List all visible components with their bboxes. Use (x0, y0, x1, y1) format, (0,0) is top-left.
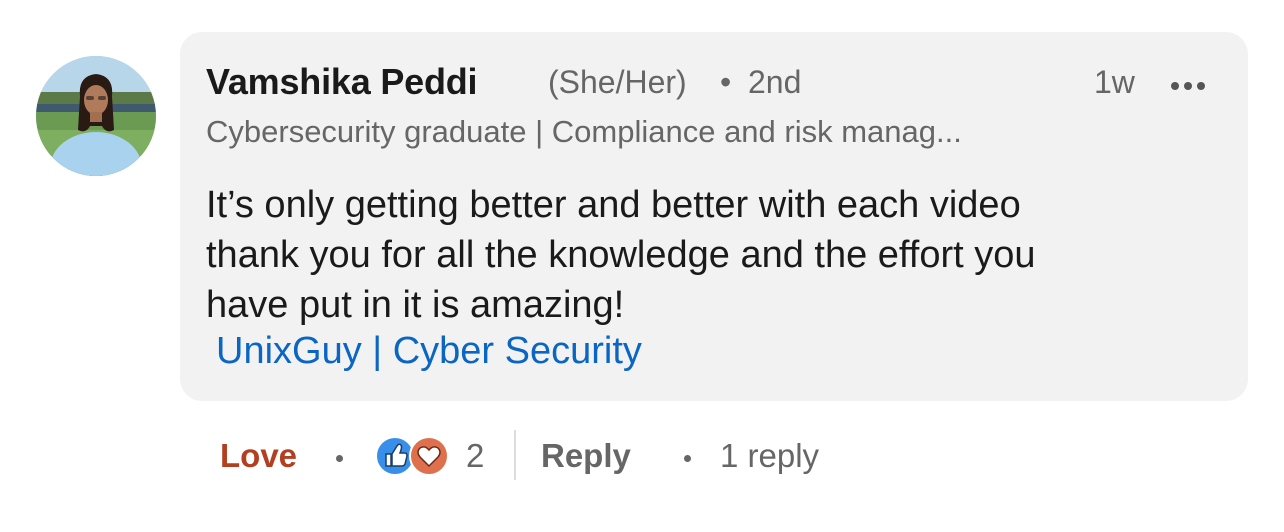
separator-dot: • (720, 64, 732, 100)
reaction-count[interactable]: 2 (466, 437, 484, 475)
reaction-summary[interactable] (374, 434, 454, 478)
view-replies-link[interactable]: 1 reply (720, 437, 819, 475)
author-pronouns: (She/Her) (548, 64, 687, 100)
love-reaction-button[interactable]: Love (220, 437, 297, 475)
ellipsis-icon (1184, 82, 1192, 90)
mention-link[interactable]: UnixGuy | Cyber Security (216, 330, 642, 373)
like-icon (375, 436, 415, 476)
avatar[interactable] (36, 56, 156, 176)
comment-body-line: have put in it is amazing! (206, 284, 625, 326)
comment-body-line: It’s only getting better and better with… (206, 184, 1021, 226)
separator-dot (336, 455, 343, 462)
comment-timestamp: 1w (1094, 64, 1135, 100)
ellipsis-icon (1171, 82, 1179, 90)
reply-button[interactable]: Reply (541, 437, 631, 475)
love-icon (409, 436, 449, 476)
profile-photo (36, 56, 156, 176)
author-headline: Cybersecurity graduate | Compliance and … (206, 114, 962, 149)
comment-bubble: Vamshika Peddi (She/Her) • 2nd 1w Cybers… (180, 32, 1248, 401)
separator-dot (684, 455, 691, 462)
author-name[interactable]: Vamshika Peddi (206, 61, 478, 103)
more-options-button[interactable] (1164, 66, 1212, 106)
action-divider (514, 430, 516, 480)
comment-item: Vamshika Peddi (She/Her) • 2nd 1w Cybers… (0, 0, 1284, 532)
ellipsis-icon (1197, 82, 1205, 90)
connection-degree: 2nd (748, 64, 802, 100)
comment-body-line: thank you for all the knowledge and the … (206, 234, 1036, 276)
comment-body: It’s only getting better and better with… (206, 180, 1226, 330)
